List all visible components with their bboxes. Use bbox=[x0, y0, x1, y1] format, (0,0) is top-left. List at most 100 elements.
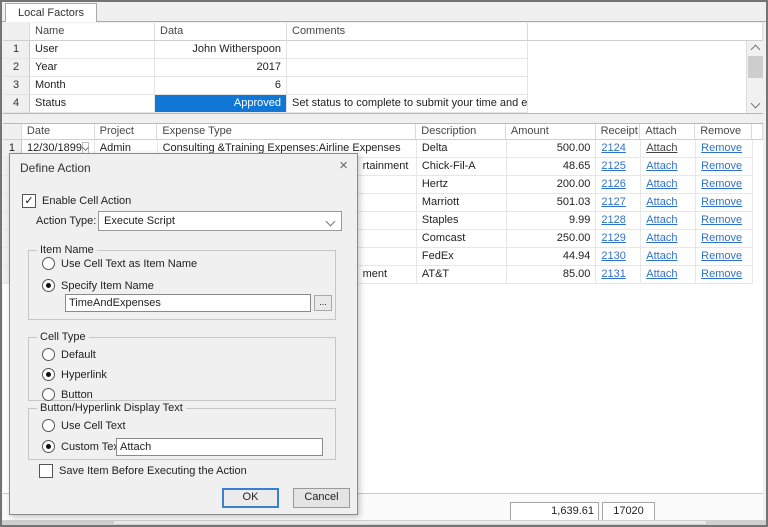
table-row: 4 Status Approved Set status to complete… bbox=[3, 95, 763, 113]
remove-link[interactable]: Remove bbox=[701, 250, 742, 262]
column-header-receipt: Receipt bbox=[595, 124, 641, 140]
column-header-comments: Comments bbox=[287, 23, 528, 41]
dialog-title: Define Action bbox=[20, 161, 91, 175]
column-header-amount: Amount bbox=[505, 124, 596, 140]
item-name-input[interactable]: TimeAndExpenses bbox=[65, 294, 311, 312]
use-cell-text-radio[interactable] bbox=[42, 419, 55, 432]
browse-button[interactable]: ... bbox=[314, 295, 332, 311]
vertical-scrollbar[interactable] bbox=[746, 41, 763, 113]
cell-description[interactable]: Hertz bbox=[416, 176, 507, 194]
cell-description[interactable]: Chick-Fil-A bbox=[416, 158, 507, 176]
cell-amount[interactable]: 9.99 bbox=[506, 212, 597, 230]
column-header-project: Project bbox=[94, 124, 158, 140]
attach-link[interactable]: Attach bbox=[646, 250, 677, 262]
amount-total: 1,639.61 bbox=[510, 502, 599, 521]
row-number: 2 bbox=[3, 59, 30, 77]
column-header-name: Name bbox=[30, 23, 155, 41]
tab-strip: Local Factors bbox=[2, 2, 766, 22]
cell-name[interactable]: Status bbox=[30, 95, 155, 113]
receipt-link[interactable]: 2131 bbox=[601, 268, 625, 280]
cell-description[interactable]: FedEx bbox=[416, 248, 507, 266]
cancel-button[interactable]: Cancel bbox=[293, 488, 350, 508]
attach-link[interactable]: Attach bbox=[646, 214, 677, 226]
table-row: 2 Year 2017 bbox=[3, 59, 763, 77]
cell-type-hyperlink-radio[interactable] bbox=[42, 368, 55, 381]
scrollbar-thumb[interactable] bbox=[748, 56, 763, 78]
column-header-description: Description bbox=[416, 124, 506, 140]
cell-name[interactable]: Month bbox=[30, 77, 155, 95]
scroll-down-icon[interactable] bbox=[750, 98, 761, 109]
remove-link[interactable]: Remove bbox=[701, 196, 742, 208]
cell-amount[interactable]: 48.65 bbox=[506, 158, 597, 176]
use-cell-text-item-name-radio[interactable] bbox=[42, 257, 55, 270]
attach-link[interactable]: Attach bbox=[646, 178, 677, 190]
cell-comments[interactable] bbox=[287, 77, 528, 95]
receipt-link[interactable]: 2126 bbox=[601, 178, 625, 190]
remove-link[interactable]: Remove bbox=[701, 214, 742, 226]
header-filler bbox=[528, 23, 763, 41]
remove-link[interactable]: Remove bbox=[701, 178, 742, 190]
column-header-expense-type: Expense Type bbox=[157, 124, 417, 140]
scroll-up-icon[interactable] bbox=[750, 44, 761, 55]
cell-type-button-radio[interactable] bbox=[42, 388, 55, 401]
close-icon[interactable]: × bbox=[339, 157, 348, 174]
column-header-attach: Attach bbox=[640, 124, 696, 140]
receipt-link[interactable]: 2130 bbox=[601, 250, 625, 262]
remove-link[interactable]: Remove bbox=[701, 160, 742, 172]
attach-link[interactable]: Attach bbox=[646, 196, 677, 208]
cell-amount[interactable]: 85.00 bbox=[506, 266, 597, 284]
attach-link[interactable]: Attach bbox=[646, 142, 677, 154]
attach-link[interactable]: Attach bbox=[646, 160, 677, 172]
column-header-remove: Remove bbox=[695, 124, 752, 140]
local-factors-header-row: Name Data Comments bbox=[3, 23, 763, 41]
cell-description[interactable]: AT&T bbox=[416, 266, 507, 284]
cell-description[interactable]: Delta bbox=[416, 140, 507, 158]
custom-text-radio[interactable] bbox=[42, 440, 55, 453]
receipt-link[interactable]: 2128 bbox=[601, 214, 625, 226]
cell-description[interactable]: Comcast bbox=[416, 230, 507, 248]
remove-link[interactable]: Remove bbox=[701, 268, 742, 280]
save-before-checkbox[interactable] bbox=[39, 464, 53, 478]
cell-amount[interactable]: 250.00 bbox=[506, 230, 597, 248]
custom-text-input[interactable]: Attach bbox=[116, 438, 323, 456]
define-action-dialog: Define Action × ✓ Enable Cell Action Act… bbox=[9, 153, 358, 515]
cell-data[interactable]: 2017 bbox=[155, 59, 287, 77]
row-number: 3 bbox=[3, 77, 30, 95]
expense-header-row: Date Project Expense Type Description Am… bbox=[3, 124, 763, 140]
cell-amount[interactable]: 500.00 bbox=[506, 140, 597, 158]
cell-comments[interactable]: Set status to complete to submit your ti… bbox=[287, 95, 528, 113]
cell-data[interactable]: John Witherspoon bbox=[155, 41, 287, 59]
cell-data[interactable]: 6 bbox=[155, 77, 287, 95]
cell-description[interactable]: Marriott bbox=[416, 194, 507, 212]
receipt-link[interactable]: 2124 bbox=[601, 142, 625, 154]
cell-comments[interactable] bbox=[287, 59, 528, 77]
tab-local-factors[interactable]: Local Factors bbox=[5, 3, 98, 22]
remove-link[interactable]: Remove bbox=[701, 142, 742, 154]
row-header-corner bbox=[3, 124, 22, 140]
save-before-label: Save Item Before Executing the Action bbox=[59, 465, 247, 477]
cell-type-default-radio[interactable] bbox=[42, 348, 55, 361]
enable-cell-action-checkbox[interactable]: ✓ bbox=[22, 194, 36, 208]
cell-status-selected[interactable]: Approved bbox=[155, 95, 287, 113]
receipt-link[interactable]: 2127 bbox=[601, 196, 625, 208]
column-header-data: Data bbox=[155, 23, 287, 41]
cell-amount[interactable]: 44.94 bbox=[506, 248, 597, 266]
cell-amount[interactable]: 501.03 bbox=[506, 194, 597, 212]
attach-link[interactable]: Attach bbox=[646, 232, 677, 244]
row-number: 1 bbox=[3, 41, 30, 59]
receipt-total: 17020 bbox=[602, 502, 655, 521]
receipt-link[interactable]: 2129 bbox=[601, 232, 625, 244]
ok-button[interactable]: OK bbox=[222, 488, 279, 508]
cell-comments[interactable] bbox=[287, 41, 528, 59]
specify-item-name-radio[interactable] bbox=[42, 279, 55, 292]
action-type-select[interactable]: Execute Script bbox=[98, 211, 342, 231]
cell-name[interactable]: User bbox=[30, 41, 155, 59]
receipt-link[interactable]: 2125 bbox=[601, 160, 625, 172]
remove-link[interactable]: Remove bbox=[701, 232, 742, 244]
cell-name[interactable]: Year bbox=[30, 59, 155, 77]
cell-amount[interactable]: 200.00 bbox=[506, 176, 597, 194]
attach-link[interactable]: Attach bbox=[646, 268, 677, 280]
cell-type-group-title: Cell Type bbox=[37, 331, 89, 344]
cell-description[interactable]: Staples bbox=[416, 212, 507, 230]
table-row: 3 Month 6 bbox=[3, 77, 763, 95]
